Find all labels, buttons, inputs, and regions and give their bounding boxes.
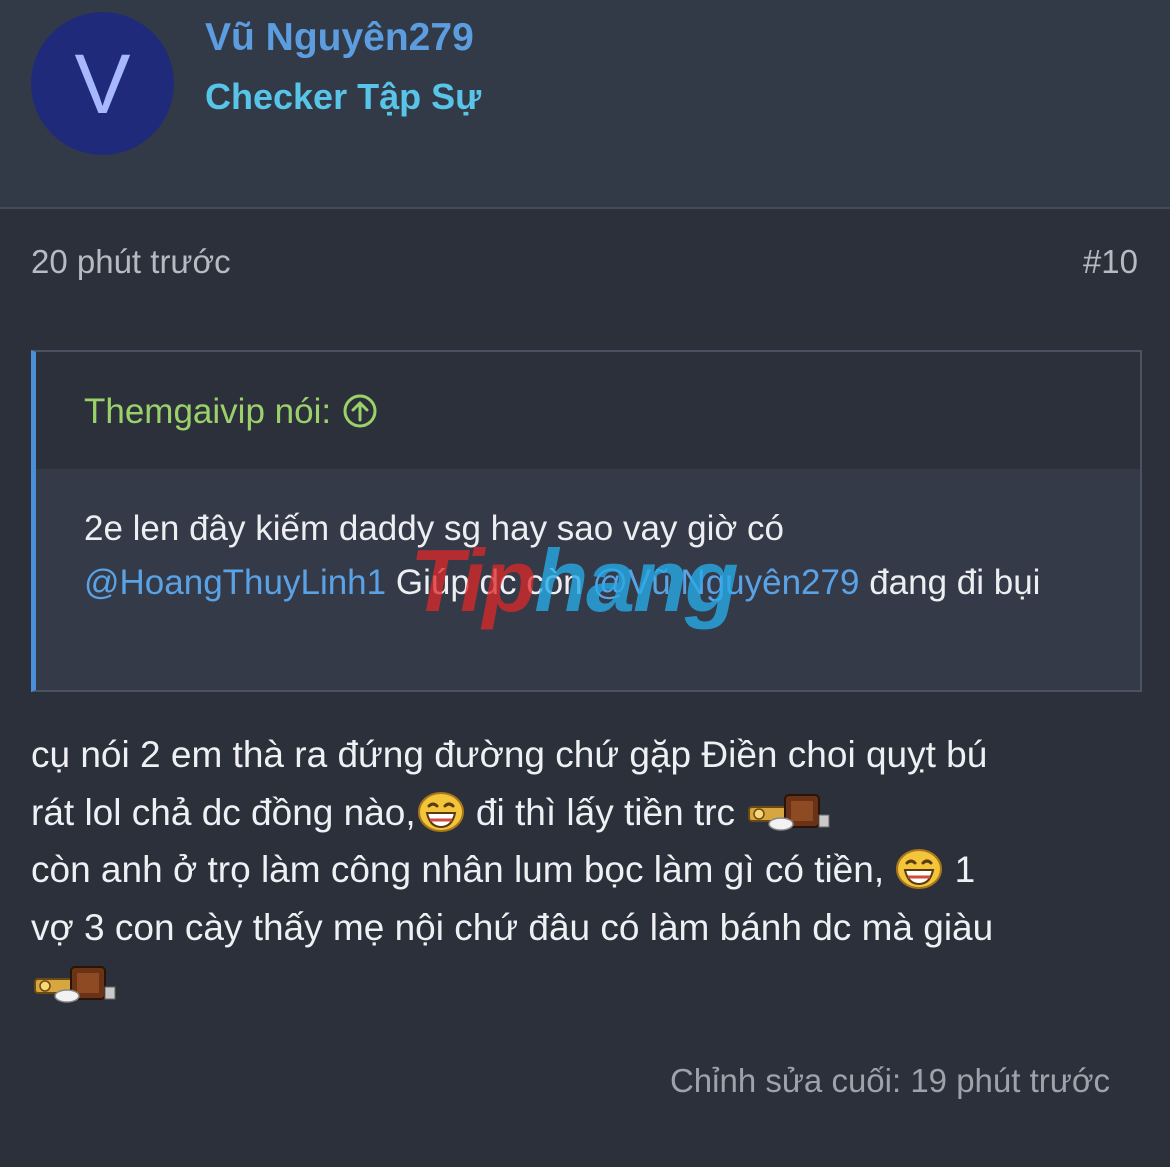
laughing-emoji-icon — [896, 849, 943, 889]
last-edited-label: Chỉnh sửa cuối: 19 phút trước — [669, 1062, 1110, 1099]
user-title: Checker Tập Sự — [205, 76, 482, 117]
laughing-emoji-icon — [417, 791, 464, 832]
post-line-3a: còn anh ở trọ làm công nhân lum bọc làm … — [31, 849, 895, 890]
post-content: cụ nói 2 em thà ra đứng đường chứ gặp Đi… — [31, 726, 1141, 1014]
username-link[interactable]: Vũ Nguyên279 — [205, 16, 474, 60]
post-author-header: V Vũ Nguyên279 Checker Tập Sự — [0, 0, 1170, 209]
post-line-2a: rát lol chả dc đồng nào, — [31, 791, 416, 833]
post-time[interactable]: 20 phút trước — [31, 243, 231, 281]
watermark-part-2: hang — [534, 531, 738, 630]
avatar-letter: V — [74, 36, 131, 131]
money-smilie-icon — [34, 966, 116, 1003]
quote-block: Themgaivip nói: 2e len đây kiếm daddy sg… — [31, 350, 1142, 692]
post-line-4: vợ 3 con cày thấy mẹ nội chứ đâu có làm … — [31, 906, 994, 948]
post-line-2b: đi thì lấy tiền trc — [465, 791, 746, 833]
quote-header: Themgaivip nói: — [36, 352, 1140, 469]
quote-text-3: đang đi bụi — [859, 563, 1041, 602]
money-smilie-icon — [748, 793, 830, 831]
mention-link-1[interactable]: @HoangThuyLinh1 — [84, 563, 386, 602]
watermark-logo: Tiphang — [410, 530, 739, 632]
post-line-3b: 1 — [944, 849, 976, 890]
post-number[interactable]: #10 — [1083, 243, 1138, 281]
quote-author[interactable]: Themgaivip nói: — [84, 392, 377, 432]
quote-author-label: Themgaivip nói: — [84, 392, 332, 431]
watermark-part-1: Tip — [410, 531, 536, 630]
post-line-1: cụ nói 2 em thà ra đứng đường chứ gặp Đi… — [31, 734, 988, 775]
avatar[interactable]: V — [31, 12, 174, 155]
arrow-up-circle-icon[interactable] — [343, 394, 377, 428]
